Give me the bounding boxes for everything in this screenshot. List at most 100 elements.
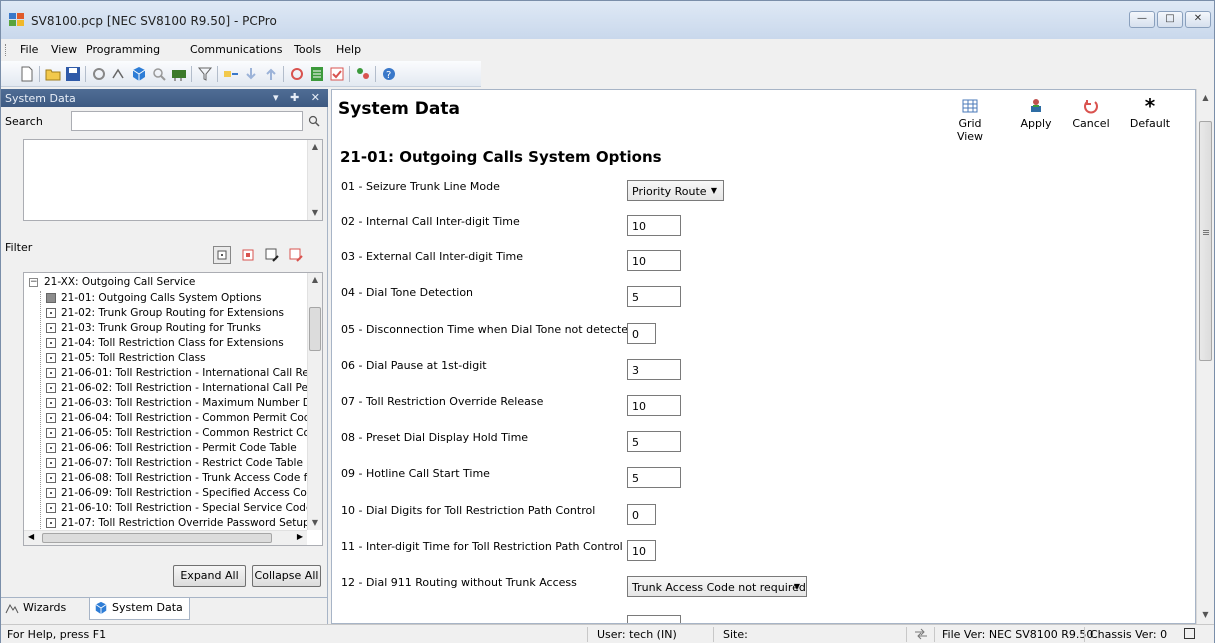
users-icon[interactable] (355, 66, 371, 82)
filter-all-icon[interactable] (213, 246, 231, 264)
item-icon (46, 458, 56, 468)
cancel-button[interactable]: Cancel (1069, 98, 1113, 130)
resize-grip-icon[interactable] (1201, 631, 1211, 641)
search-icon[interactable] (308, 115, 320, 127)
toolbar-separator (283, 66, 284, 82)
collapse-icon[interactable]: − (29, 278, 38, 287)
report-icon[interactable] (309, 66, 325, 82)
collapse-all-button[interactable]: Collapse All (252, 565, 321, 587)
new-file-icon[interactable] (19, 66, 35, 82)
item-icon (46, 308, 56, 318)
toolbar-separator (85, 66, 86, 82)
cube-icon[interactable] (131, 66, 147, 82)
grid-icon (962, 99, 978, 113)
item-icon (46, 503, 56, 513)
scroll-up-arrow[interactable]: ▲ (308, 140, 322, 154)
page-title: System Data (338, 99, 460, 119)
hscroll-thumb[interactable] (42, 533, 272, 543)
dial-911-routing-select[interactable]: Trunk Access Code not required ▼ (627, 576, 807, 597)
item-icon (46, 518, 56, 528)
menu-help[interactable]: Help (336, 43, 361, 56)
connection-icon (915, 628, 927, 640)
tree-scrollbar[interactable]: ▲ ▼ (307, 273, 322, 530)
apply-button[interactable]: Apply (1014, 98, 1058, 130)
item-icon (46, 413, 56, 423)
save-icon[interactable] (65, 66, 81, 82)
filter-changed-icon[interactable] (239, 246, 257, 264)
item-icon (46, 488, 56, 498)
help-icon[interactable]: ? (381, 66, 397, 82)
search-tool-icon[interactable] (151, 66, 167, 82)
item-icon (46, 338, 56, 348)
filter-icon[interactable] (197, 66, 213, 82)
verify-icon[interactable] (329, 66, 345, 82)
toll-path-digits-input[interactable]: 0 (627, 504, 656, 525)
menu-view[interactable]: View (51, 43, 77, 56)
disconnection-time-input[interactable]: 0 (627, 323, 656, 344)
scroll-down-arrow[interactable]: ▼ (308, 206, 322, 220)
item-icon (46, 398, 56, 408)
expand-all-button[interactable]: Expand All (173, 565, 246, 587)
network-icon[interactable] (111, 66, 127, 82)
filter-edit-icon[interactable] (263, 246, 281, 264)
menubar-grip (5, 44, 7, 56)
tree-item-label: 21-06-10: Toll Restriction - Special Ser… (61, 502, 313, 514)
file-version-status: File Ver: NEC SV8100 R9.50 (942, 628, 1094, 641)
scroll-thumb[interactable] (309, 307, 321, 351)
dial-tone-detection-input[interactable]: 5 (627, 286, 681, 307)
minimize-button[interactable]: — (1129, 11, 1155, 28)
card-icon[interactable] (171, 66, 187, 82)
scroll-down-arrow[interactable]: ▼ (308, 516, 322, 530)
content-scrollbar[interactable]: ▲ ▼ (1196, 89, 1214, 624)
override-release-input[interactable]: 10 (627, 395, 681, 416)
scroll-down-arrow[interactable]: ▼ (1197, 608, 1214, 622)
default-button[interactable]: * Default (1128, 96, 1172, 130)
internal-interdigit-input[interactable]: 10 (627, 215, 681, 236)
window-title: SV8100.pcp [NEC SV8100 R9.50] - PCPro (31, 14, 277, 28)
tab-system-data[interactable]: System Data (89, 598, 190, 620)
close-button[interactable]: ✕ (1185, 11, 1211, 28)
seizure-trunk-select[interactable]: Priority Route ▼ (627, 180, 724, 201)
tab-wizards[interactable]: Wizards (1, 598, 72, 620)
upload-icon[interactable] (263, 66, 279, 82)
tree-hscrollbar[interactable]: ◀ ▶ (24, 530, 307, 545)
results-scrollbar[interactable]: ▲ ▼ (307, 140, 322, 220)
preset-dial-hold-input[interactable]: 5 (627, 431, 681, 452)
menu-communications[interactable]: Communications (190, 43, 282, 56)
transfer-icon[interactable] (223, 66, 239, 82)
tree-item-label: 21-02: Trunk Group Routing for Extension… (61, 307, 284, 319)
menu-programming[interactable]: Programming (86, 43, 160, 56)
tree-guide-line (40, 291, 41, 545)
toolbar-separator (191, 66, 192, 82)
menu-tools[interactable]: Tools (294, 43, 321, 56)
filter-edit-red-icon[interactable] (287, 246, 305, 264)
refresh-icon[interactable] (289, 66, 305, 82)
cancel-label: Cancel (1072, 117, 1110, 130)
menu-file[interactable]: File (20, 43, 38, 56)
grip-lines (1203, 230, 1209, 231)
dial-pause-input[interactable]: 3 (627, 359, 681, 380)
partial-next-field[interactable] (627, 615, 681, 623)
scroll-left-arrow[interactable]: ◀ (28, 532, 34, 541)
scroll-up-arrow[interactable]: ▲ (1197, 91, 1214, 105)
search-input[interactable] (71, 111, 303, 131)
download-icon[interactable] (243, 66, 259, 82)
toolbar-separator (349, 66, 350, 82)
toll-path-interdigit-input[interactable]: 10 (627, 540, 656, 561)
hotline-start-input[interactable]: 5 (627, 467, 681, 488)
open-folder-icon[interactable] (45, 66, 61, 82)
program-tree: − 21-XX: Outgoing Call Service 21-01: Ou… (23, 272, 323, 546)
maximize-button[interactable]: □ (1157, 11, 1183, 28)
field-label: 07 - Toll Restriction Override Release (341, 395, 544, 408)
panel-controls[interactable]: ▾ ✚ ✕ (273, 91, 324, 104)
settings-icon[interactable] (91, 66, 107, 82)
scroll-up-arrow[interactable]: ▲ (308, 273, 322, 287)
item-icon (46, 293, 56, 303)
toolbar-separator (375, 66, 376, 82)
grid-view-button[interactable]: Grid View (948, 98, 992, 143)
scroll-right-arrow[interactable]: ▶ (297, 532, 303, 541)
scroll-thumb[interactable] (1199, 121, 1212, 361)
apply-label: Apply (1020, 117, 1052, 130)
external-interdigit-input[interactable]: 10 (627, 250, 681, 271)
default-label: Default (1129, 117, 1171, 130)
